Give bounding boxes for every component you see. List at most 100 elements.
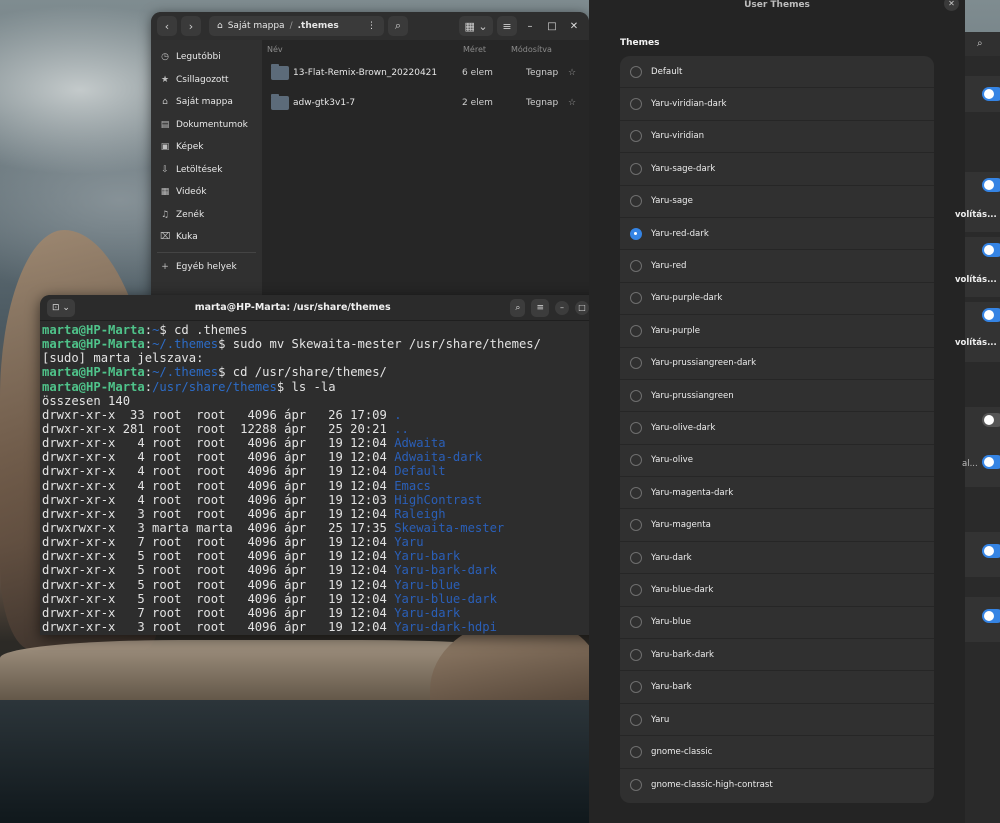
theme-option[interactable]: Yaru [620, 704, 934, 737]
radio-icon[interactable] [630, 519, 642, 532]
star-icon[interactable]: ☆ [568, 68, 576, 78]
close-button[interactable]: ✕ [944, 0, 959, 11]
theme-option[interactable]: Yaru-bark-dark [620, 639, 934, 672]
download-icon: ⇩ [161, 164, 169, 175]
output-text: drwxr-xr-x 33 root root 4096 ápr 26 17:0… [42, 407, 395, 422]
theme-option-label: Yaru-red [651, 261, 687, 272]
theme-option[interactable]: Yaru-viridian-dark [620, 88, 934, 121]
radio-icon[interactable] [630, 648, 642, 661]
radio-icon[interactable] [630, 486, 642, 499]
theme-option[interactable]: Yaru-sage [620, 186, 934, 218]
radio-icon[interactable] [630, 292, 642, 305]
theme-option-label: Yaru-viridian [651, 131, 705, 142]
maximize-button[interactable]: □ [543, 17, 561, 35]
toggle-switch[interactable] [982, 544, 1000, 558]
sidebar-item[interactable]: ▤ Dokumentumok [151, 114, 262, 137]
sidebar-item[interactable]: ⌧ Kuka [151, 226, 262, 249]
theme-option[interactable]: Yaru-magenta [620, 509, 934, 542]
radio-icon[interactable] [630, 713, 642, 726]
radio-icon[interactable] [630, 745, 642, 758]
back-button[interactable]: ‹ [157, 16, 177, 36]
search-button[interactable]: ⌕ [388, 16, 408, 36]
close-button[interactable]: ✕ [565, 17, 583, 35]
sidebar-item[interactable]: ▣ Képek [151, 136, 262, 159]
terminal-search-button[interactable]: ⌕ [510, 298, 526, 317]
radio-icon[interactable] [630, 324, 642, 337]
theme-option[interactable]: Yaru-olive-dark [620, 412, 934, 445]
radio-icon[interactable] [630, 98, 642, 111]
radio-icon[interactable] [630, 551, 642, 564]
more-icon[interactable]: ⋮ [367, 21, 376, 31]
sidebar-item[interactable]: ♫ Zenék [151, 204, 262, 227]
radio-icon[interactable] [630, 583, 642, 596]
path-segment-current[interactable]: .themes [298, 21, 339, 31]
radio-icon[interactable] [630, 260, 642, 273]
terminal-menu-button[interactable]: ≡ [531, 298, 549, 317]
toggle-switch[interactable] [982, 413, 1000, 427]
toggle-switch[interactable] [982, 455, 1000, 469]
radio-icon[interactable] [630, 454, 642, 467]
minimize-button[interactable]: – [521, 17, 539, 35]
theme-option[interactable]: Yaru-prussiangreen-dark [620, 348, 934, 380]
star-icon[interactable]: ☆ [568, 98, 576, 108]
forward-button[interactable]: › [181, 16, 201, 36]
path-segment-root[interactable]: Saját mappa [228, 21, 285, 31]
maximize-button[interactable]: □ [575, 300, 589, 315]
theme-option[interactable]: Default [620, 56, 934, 89]
toggle-switch[interactable] [982, 243, 1000, 257]
theme-option[interactable]: Yaru-bark [620, 671, 934, 704]
new-tab-button[interactable]: ⊡ ⌄ [47, 298, 75, 317]
theme-option[interactable]: gnome-classic [620, 736, 934, 769]
radio-selected-icon[interactable] [630, 227, 642, 240]
sidebar-item[interactable]: ◷ Legutóbbi [151, 46, 262, 69]
theme-option[interactable]: Yaru-sage-dark [620, 153, 934, 186]
column-size[interactable]: Méret [463, 45, 511, 54]
file-size: 2 elem [462, 98, 493, 108]
menu-button[interactable]: ≡ [497, 16, 517, 36]
theme-option[interactable]: Yaru-blue [620, 607, 934, 640]
theme-option[interactable]: Yaru-viridian [620, 121, 934, 154]
theme-option[interactable]: Yaru-prussiangreen [620, 380, 934, 413]
search-icon[interactable]: ⌕ [965, 32, 1000, 56]
view-toggle-button[interactable]: ▦ ⌄ [459, 16, 493, 36]
theme-option[interactable]: Yaru-magenta-dark [620, 477, 934, 510]
radio-icon[interactable] [630, 681, 642, 694]
radio-icon[interactable] [630, 421, 642, 434]
toggle-switch[interactable] [982, 609, 1000, 623]
file-row[interactable]: adw-gtk3v1-7 2 elem Tegnap ☆ [262, 88, 589, 118]
sidebar-item[interactable]: ⇩ Letöltések [151, 159, 262, 182]
theme-option[interactable]: Yaru-olive [620, 445, 934, 478]
radio-icon[interactable] [630, 65, 642, 78]
toggle-switch[interactable] [982, 178, 1000, 192]
minimize-button[interactable]: – [555, 300, 569, 315]
theme-option[interactable]: Yaru-red [620, 250, 934, 283]
terminal-output[interactable]: marta@HP-Marta:~$ cd .themes marta@HP-Mar… [40, 321, 616, 634]
radio-icon[interactable] [630, 389, 642, 402]
theme-option[interactable]: Yaru-blue-dark [620, 574, 934, 607]
toggle-switch[interactable] [982, 87, 1000, 101]
radio-icon[interactable] [630, 778, 642, 791]
theme-option-label: Yaru-purple [651, 325, 700, 336]
theme-option[interactable]: Yaru-red-dark [620, 218, 934, 251]
radio-icon[interactable] [630, 616, 642, 629]
column-modified[interactable]: Módosítva [511, 45, 552, 54]
radio-icon[interactable] [630, 357, 642, 370]
settings-row [965, 532, 1000, 577]
path-bar[interactable]: ⌂ Saját mappa / .themes ⋮ [209, 16, 384, 36]
theme-option[interactable]: Yaru-dark [620, 542, 934, 575]
file-row[interactable]: 13-Flat-Remix-Brown_20220421 6 elem Tegnap… [262, 58, 589, 88]
radio-icon[interactable] [630, 130, 642, 143]
radio-icon[interactable] [630, 162, 642, 175]
toggle-switch[interactable] [982, 308, 1000, 322]
terminal-line: drwxr-xr-x 7 root root 4096 ápr 19 12:04… [42, 535, 616, 549]
theme-option[interactable]: Yaru-purple-dark [620, 283, 934, 316]
column-name[interactable]: Név [267, 45, 463, 54]
theme-option[interactable]: gnome-classic-high-contrast [620, 769, 934, 801]
theme-option[interactable]: Yaru-purple [620, 315, 934, 348]
sidebar-item-other-places[interactable]: + Egyéb helyek [151, 256, 262, 279]
radio-icon[interactable] [630, 195, 642, 208]
output-text: drwxr-xr-x 4 root root 4096 ápr 19 12:03 [42, 492, 395, 507]
sidebar-item[interactable]: ★ Csillagozott [151, 69, 262, 92]
sidebar-item[interactable]: ⌂ Saját mappa [151, 91, 262, 114]
sidebar-item[interactable]: ▦ Videók [151, 181, 262, 204]
